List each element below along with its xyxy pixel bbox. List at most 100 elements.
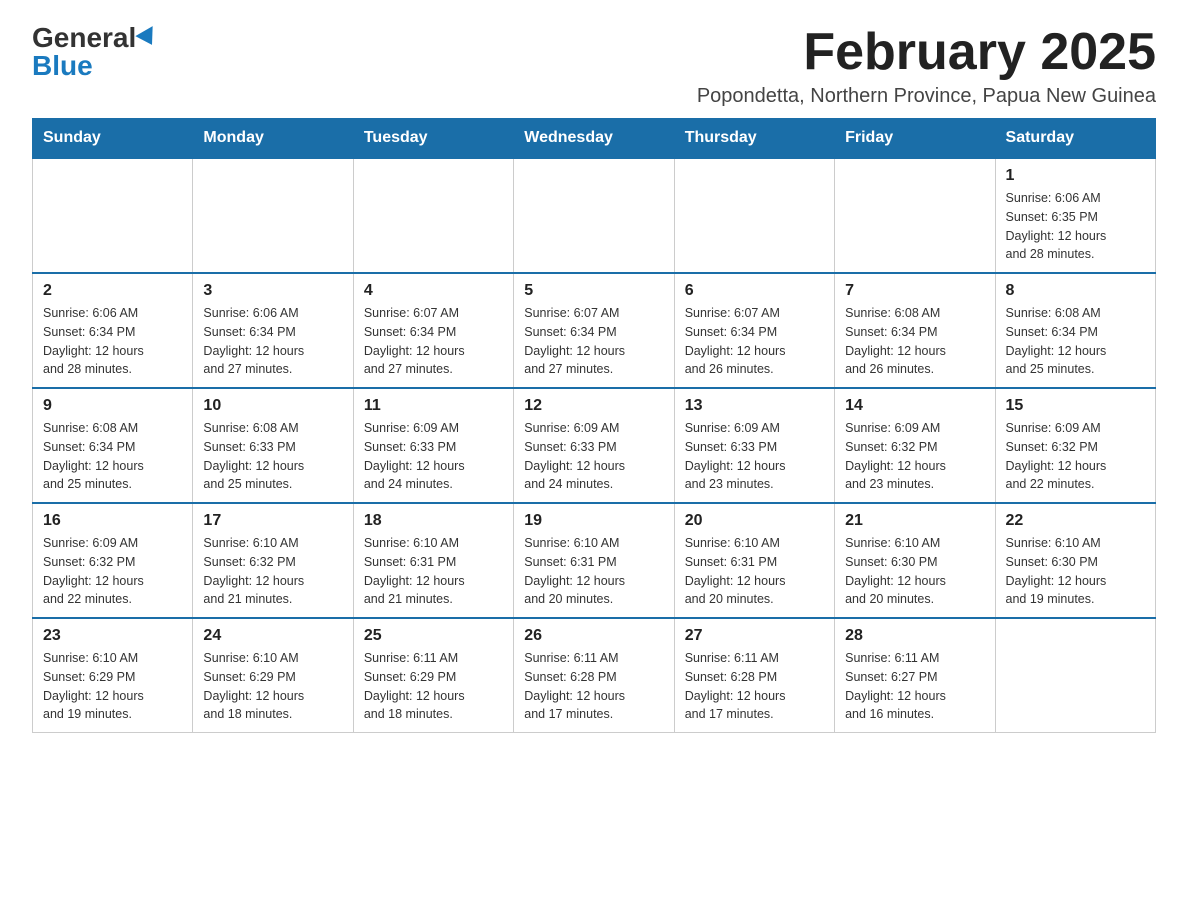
day-number: 20	[685, 512, 824, 530]
calendar-day	[835, 158, 995, 273]
day-info: Sunrise: 6:08 AM Sunset: 6:34 PM Dayligh…	[1006, 304, 1145, 379]
day-info: Sunrise: 6:08 AM Sunset: 6:33 PM Dayligh…	[203, 419, 342, 494]
calendar-day: 22 Sunrise: 6:10 AM Sunset: 6:30 PM Dayli…	[995, 503, 1155, 618]
col-wednesday: Wednesday	[514, 119, 674, 159]
day-info: Sunrise: 6:07 AM Sunset: 6:34 PM Dayligh…	[364, 304, 503, 379]
day-number: 15	[1006, 397, 1145, 415]
day-number: 17	[203, 512, 342, 530]
calendar-day: 5 Sunrise: 6:07 AM Sunset: 6:34 PM Daylig…	[514, 273, 674, 388]
calendar-day: 14Sunrise: 6:09 AM Sunset: 6:32 PM Dayli…	[835, 388, 995, 503]
day-info: Sunrise: 6:06 AM Sunset: 6:34 PM Dayligh…	[203, 304, 342, 379]
day-info: Sunrise: 6:10 AM Sunset: 6:31 PM Dayligh…	[685, 534, 824, 609]
day-info: Sunrise: 6:07 AM Sunset: 6:34 PM Dayligh…	[685, 304, 824, 379]
calendar-day	[353, 158, 513, 273]
day-info: Sunrise: 6:06 AM Sunset: 6:35 PM Dayligh…	[1006, 189, 1145, 264]
header-row: Sunday Monday Tuesday Wednesday Thursday…	[33, 119, 1156, 159]
day-info: Sunrise: 6:10 AM Sunset: 6:31 PM Dayligh…	[524, 534, 663, 609]
day-number: 25	[364, 627, 503, 645]
calendar-table: Sunday Monday Tuesday Wednesday Thursday…	[32, 118, 1156, 733]
calendar-day: 25 Sunrise: 6:11 AM Sunset: 6:29 PM Dayli…	[353, 618, 513, 733]
calendar-day: 21 Sunrise: 6:10 AM Sunset: 6:30 PM Dayli…	[835, 503, 995, 618]
calendar-day	[995, 618, 1155, 733]
day-info: Sunrise: 6:10 AM Sunset: 6:31 PM Dayligh…	[364, 534, 503, 609]
day-info: Sunrise: 6:09 AM Sunset: 6:33 PM Dayligh…	[364, 419, 503, 494]
day-info: Sunrise: 6:11 AM Sunset: 6:28 PM Dayligh…	[685, 649, 824, 724]
day-number: 14	[845, 397, 984, 415]
calendar-day: 10 Sunrise: 6:08 AM Sunset: 6:33 PM Dayli…	[193, 388, 353, 503]
calendar-day: 8 Sunrise: 6:08 AM Sunset: 6:34 PM Daylig…	[995, 273, 1155, 388]
day-number: 3	[203, 282, 342, 300]
calendar-day: 15 Sunrise: 6:09 AM Sunset: 6:32 PM Dayli…	[995, 388, 1155, 503]
day-number: 4	[364, 282, 503, 300]
calendar-header: Sunday Monday Tuesday Wednesday Thursday…	[33, 119, 1156, 159]
day-number: 22	[1006, 512, 1145, 530]
day-number: 9	[43, 397, 182, 415]
logo: General Blue	[32, 24, 158, 80]
calendar-day: 20 Sunrise: 6:10 AM Sunset: 6:31 PM Dayli…	[674, 503, 834, 618]
calendar-day: 4 Sunrise: 6:07 AM Sunset: 6:34 PM Daylig…	[353, 273, 513, 388]
day-info: Sunrise: 6:06 AM Sunset: 6:34 PM Dayligh…	[43, 304, 182, 379]
calendar-day: 16 Sunrise: 6:09 AM Sunset: 6:32 PM Dayli…	[33, 503, 193, 618]
col-saturday: Saturday	[995, 119, 1155, 159]
location-subtitle: Popondetta, Northern Province, Papua New…	[697, 85, 1156, 108]
day-number: 26	[524, 627, 663, 645]
calendar-day: 28Sunrise: 6:11 AM Sunset: 6:27 PM Dayli…	[835, 618, 995, 733]
calendar-day: 24 Sunrise: 6:10 AM Sunset: 6:29 PM Dayli…	[193, 618, 353, 733]
col-monday: Monday	[193, 119, 353, 159]
day-number: 8	[1006, 282, 1145, 300]
calendar-day: 27Sunrise: 6:11 AM Sunset: 6:28 PM Dayli…	[674, 618, 834, 733]
day-info: Sunrise: 6:09 AM Sunset: 6:32 PM Dayligh…	[1006, 419, 1145, 494]
day-info: Sunrise: 6:09 AM Sunset: 6:33 PM Dayligh…	[685, 419, 824, 494]
day-info: Sunrise: 6:07 AM Sunset: 6:34 PM Dayligh…	[524, 304, 663, 379]
logo-triangle-icon	[136, 26, 161, 50]
calendar-day: 12 Sunrise: 6:09 AM Sunset: 6:33 PM Dayli…	[514, 388, 674, 503]
calendar-week-1: 1 Sunrise: 6:06 AM Sunset: 6:35 PM Daylig…	[33, 158, 1156, 273]
calendar-day: 6 Sunrise: 6:07 AM Sunset: 6:34 PM Daylig…	[674, 273, 834, 388]
calendar-day: 2Sunrise: 6:06 AM Sunset: 6:34 PM Daylig…	[33, 273, 193, 388]
day-number: 12	[524, 397, 663, 415]
calendar-day: 13 Sunrise: 6:09 AM Sunset: 6:33 PM Dayli…	[674, 388, 834, 503]
day-number: 13	[685, 397, 824, 415]
day-number: 18	[364, 512, 503, 530]
day-info: Sunrise: 6:10 AM Sunset: 6:29 PM Dayligh…	[43, 649, 182, 724]
logo-blue-text: Blue	[32, 52, 93, 80]
logo-general-text: General	[32, 24, 136, 52]
day-info: Sunrise: 6:09 AM Sunset: 6:32 PM Dayligh…	[43, 534, 182, 609]
day-info: Sunrise: 6:08 AM Sunset: 6:34 PM Dayligh…	[845, 304, 984, 379]
month-title: February 2025	[697, 24, 1156, 81]
calendar-day: 26 Sunrise: 6:11 AM Sunset: 6:28 PM Dayli…	[514, 618, 674, 733]
calendar-day	[33, 158, 193, 273]
day-number: 10	[203, 397, 342, 415]
col-thursday: Thursday	[674, 119, 834, 159]
day-info: Sunrise: 6:10 AM Sunset: 6:32 PM Dayligh…	[203, 534, 342, 609]
day-number: 23	[43, 627, 182, 645]
calendar-body: 1 Sunrise: 6:06 AM Sunset: 6:35 PM Daylig…	[33, 158, 1156, 733]
day-info: Sunrise: 6:11 AM Sunset: 6:28 PM Dayligh…	[524, 649, 663, 724]
calendar-day: 3 Sunrise: 6:06 AM Sunset: 6:34 PM Daylig…	[193, 273, 353, 388]
day-info: Sunrise: 6:10 AM Sunset: 6:30 PM Dayligh…	[845, 534, 984, 609]
calendar-day: 17 Sunrise: 6:10 AM Sunset: 6:32 PM Dayli…	[193, 503, 353, 618]
calendar-day: 18 Sunrise: 6:10 AM Sunset: 6:31 PM Dayli…	[353, 503, 513, 618]
day-number: 11	[364, 397, 503, 415]
calendar-day: 23 Sunrise: 6:10 AM Sunset: 6:29 PM Dayli…	[33, 618, 193, 733]
day-number: 16	[43, 512, 182, 530]
calendar-day	[674, 158, 834, 273]
calendar-week-4: 16 Sunrise: 6:09 AM Sunset: 6:32 PM Dayli…	[33, 503, 1156, 618]
day-info: Sunrise: 6:10 AM Sunset: 6:29 PM Dayligh…	[203, 649, 342, 724]
calendar-day: 1 Sunrise: 6:06 AM Sunset: 6:35 PM Daylig…	[995, 158, 1155, 273]
title-area: February 2025 Popondetta, Northern Provi…	[697, 24, 1156, 108]
calendar-week-3: 9 Sunrise: 6:08 AM Sunset: 6:34 PM Daylig…	[33, 388, 1156, 503]
calendar-day: 19Sunrise: 6:10 AM Sunset: 6:31 PM Dayli…	[514, 503, 674, 618]
col-friday: Friday	[835, 119, 995, 159]
day-info: Sunrise: 6:11 AM Sunset: 6:29 PM Dayligh…	[364, 649, 503, 724]
day-info: Sunrise: 6:08 AM Sunset: 6:34 PM Dayligh…	[43, 419, 182, 494]
day-number: 21	[845, 512, 984, 530]
header: General Blue February 2025 Popondetta, N…	[32, 24, 1156, 108]
day-number: 1	[1006, 167, 1145, 185]
col-sunday: Sunday	[33, 119, 193, 159]
day-info: Sunrise: 6:10 AM Sunset: 6:30 PM Dayligh…	[1006, 534, 1145, 609]
day-number: 6	[685, 282, 824, 300]
day-number: 24	[203, 627, 342, 645]
day-number: 5	[524, 282, 663, 300]
day-info: Sunrise: 6:09 AM Sunset: 6:33 PM Dayligh…	[524, 419, 663, 494]
